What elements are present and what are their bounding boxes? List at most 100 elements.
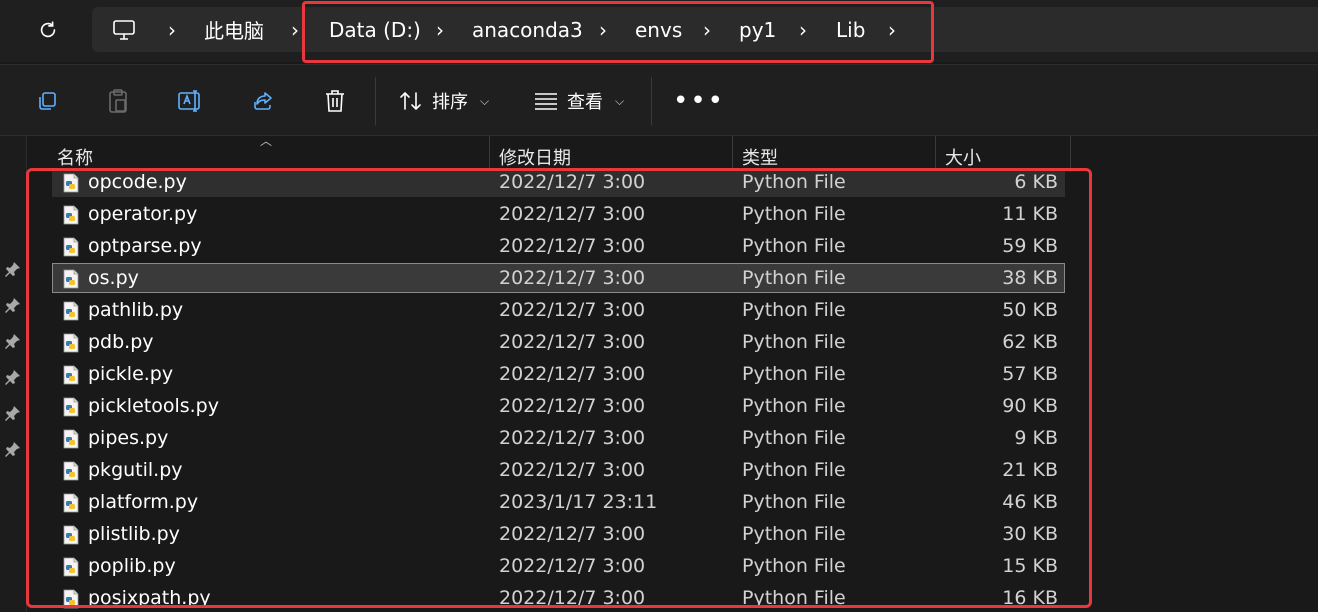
table-row[interactable]: pickle.py 2022/12/7 3:00 Python File 57 KB <box>52 359 1065 389</box>
file-list[interactable]: opcode.py 2022/12/7 3:00 Python File 6 KB op… <box>28 168 1088 612</box>
file-name: plistlib.py <box>88 523 180 545</box>
paste-icon[interactable] <box>104 87 132 115</box>
breadcrumb-envs[interactable]: envs <box>635 7 682 52</box>
table-row[interactable]: pdb.py 2022/12/7 3:00 Python File 62 KB <box>52 327 1065 357</box>
table-row[interactable]: pickletools.py 2022/12/7 3:00 Python File 9… <box>52 391 1065 421</box>
pin-icon[interactable] <box>4 296 22 314</box>
more-options-button[interactable]: ••• <box>673 87 725 115</box>
chevron-right-icon[interactable]: › <box>599 7 607 52</box>
chevron-down-icon: ⌵ <box>480 93 490 108</box>
file-type: Python File <box>742 555 846 577</box>
view-label: 查看 <box>567 92 603 113</box>
file-date: 2022/12/7 3:00 <box>499 331 646 353</box>
column-divider[interactable] <box>1070 136 1071 172</box>
python-file-icon <box>61 237 81 257</box>
file-size: 15 KB <box>1002 555 1058 577</box>
refresh-icon[interactable] <box>36 18 60 42</box>
file-name: pickletools.py <box>88 395 219 417</box>
file-size: 62 KB <box>1002 331 1058 353</box>
breadcrumb[interactable]: › 此电脑 › Data (D:) › anaconda3 › envs › p… <box>92 7 1318 52</box>
sort-button[interactable]: 排序 ⌵ <box>398 85 489 117</box>
chevron-right-icon[interactable]: › <box>888 7 896 52</box>
python-file-icon <box>61 461 81 481</box>
breadcrumb-drive-d[interactable]: Data (D:) <box>329 7 421 52</box>
sort-icon <box>400 91 421 111</box>
breadcrumb-py1[interactable]: py1 <box>739 7 776 52</box>
table-row[interactable]: posixpath.py 2022/12/7 3:00 Python File 16 … <box>52 583 1065 612</box>
view-button[interactable]: 查看 ⌵ <box>533 85 624 117</box>
file-name: opcode.py <box>88 171 187 193</box>
copy-icon[interactable] <box>33 87 61 115</box>
file-type: Python File <box>742 267 846 289</box>
table-row[interactable]: pkgutil.py 2022/12/7 3:00 Python File 21 KB <box>52 455 1065 485</box>
chevron-right-icon[interactable]: › <box>799 7 807 52</box>
file-type: Python File <box>742 171 846 193</box>
monitor-icon[interactable] <box>112 7 136 52</box>
chevron-right-icon[interactable]: › <box>703 7 711 52</box>
file-date: 2022/12/7 3:00 <box>499 395 646 417</box>
chevron-right-icon[interactable]: › <box>436 7 444 52</box>
python-file-icon <box>61 365 81 385</box>
breadcrumb-lib[interactable]: Lib <box>836 7 865 52</box>
file-name: optparse.py <box>88 235 202 257</box>
pin-icon[interactable] <box>4 332 22 350</box>
file-type: Python File <box>742 203 846 225</box>
file-type: Python File <box>742 363 846 385</box>
file-size: 9 KB <box>1014 427 1058 449</box>
file-name: posixpath.py <box>88 587 211 609</box>
file-name: os.py <box>88 267 139 289</box>
column-header-type[interactable]: 类型 <box>742 144 778 170</box>
chevron-right-icon[interactable]: › <box>291 7 299 52</box>
delete-icon[interactable] <box>321 87 349 115</box>
share-icon[interactable] <box>249 87 277 115</box>
column-divider[interactable] <box>489 136 490 172</box>
file-date: 2022/12/7 3:00 <box>499 427 646 449</box>
file-size: 50 KB <box>1002 299 1058 321</box>
table-row[interactable]: pipes.py 2022/12/7 3:00 Python File 9 KB <box>52 423 1065 453</box>
file-date: 2022/12/7 3:00 <box>499 171 646 193</box>
column-divider[interactable] <box>732 136 733 172</box>
table-row[interactable]: opcode.py 2022/12/7 3:00 Python File 6 KB <box>52 168 1065 197</box>
file-size: 21 KB <box>1002 459 1058 481</box>
table-row[interactable]: operator.py 2022/12/7 3:00 Python File 11 K… <box>52 199 1065 229</box>
pin-icon[interactable] <box>4 404 22 422</box>
sort-label: 排序 <box>432 92 468 113</box>
file-date: 2022/12/7 3:00 <box>499 363 646 385</box>
column-header-name[interactable]: 名称 <box>57 144 93 170</box>
rename-icon[interactable] <box>176 87 204 115</box>
navigation-pane[interactable] <box>0 136 27 612</box>
python-file-icon <box>61 269 81 289</box>
table-row[interactable]: pathlib.py 2022/12/7 3:00 Python File 50 KB <box>52 295 1065 325</box>
command-bar: 排序 ⌵ 查看 ⌵ ••• <box>0 64 1318 136</box>
chevron-down-icon: ⌵ <box>615 93 625 108</box>
file-date: 2022/12/7 3:00 <box>499 555 646 577</box>
python-file-icon <box>61 173 81 193</box>
pin-icon[interactable] <box>4 260 22 278</box>
column-header-date[interactable]: 修改日期 <box>499 144 571 170</box>
breadcrumb-this-pc[interactable]: 此电脑 <box>204 7 264 52</box>
file-name: operator.py <box>88 203 198 225</box>
python-file-icon <box>61 333 81 353</box>
file-date: 2022/12/7 3:00 <box>499 587 646 609</box>
file-date: 2022/12/7 3:00 <box>499 299 646 321</box>
column-divider[interactable] <box>935 136 936 172</box>
chevron-right-icon[interactable]: › <box>168 7 176 52</box>
file-size: 38 KB <box>1002 267 1058 289</box>
toolbar-divider <box>375 77 376 125</box>
pin-icon[interactable] <box>4 440 22 458</box>
table-row[interactable]: plistlib.py 2022/12/7 3:00 Python File 30 K… <box>52 519 1065 549</box>
table-row[interactable]: poplib.py 2022/12/7 3:00 Python File 15 KB <box>52 551 1065 581</box>
file-type: Python File <box>742 427 846 449</box>
file-type: Python File <box>742 395 846 417</box>
file-size: 46 KB <box>1002 491 1058 513</box>
table-row[interactable]: platform.py 2023/1/17 23:11 Python File 46 … <box>52 487 1065 517</box>
table-row[interactable]: os.py 2022/12/7 3:00 Python File 38 KB <box>52 263 1065 293</box>
pin-icon[interactable] <box>4 368 22 386</box>
breadcrumb-anaconda3[interactable]: anaconda3 <box>472 7 583 52</box>
file-name: pkgutil.py <box>88 459 183 481</box>
column-header-size[interactable]: 大小 <box>945 144 981 170</box>
table-row[interactable]: optparse.py 2022/12/7 3:00 Python File 59 K… <box>52 231 1065 261</box>
python-file-icon <box>61 525 81 545</box>
file-size: 11 KB <box>1002 203 1058 225</box>
file-date: 2023/1/17 23:11 <box>499 491 658 513</box>
